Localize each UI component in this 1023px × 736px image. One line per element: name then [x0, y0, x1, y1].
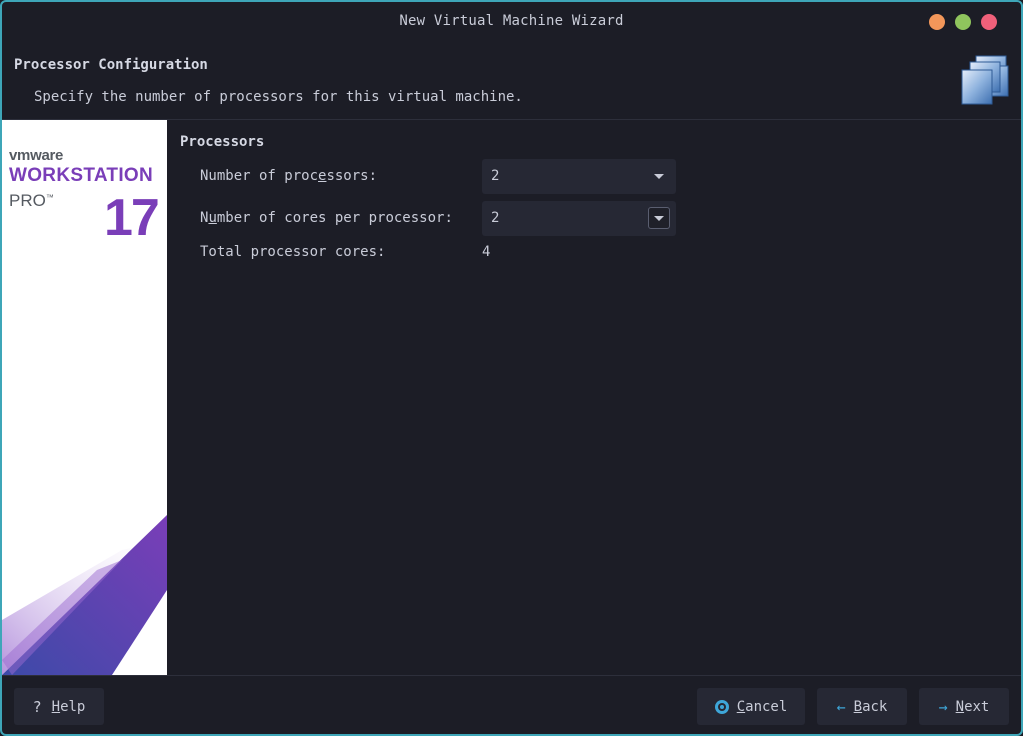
window-title: New Virtual Machine Wizard	[399, 13, 624, 29]
processors-icon	[961, 55, 1009, 105]
minimize-button[interactable]	[929, 14, 945, 30]
total-cores-value: 4	[482, 244, 491, 260]
title-bar[interactable]: New Virtual Machine Wizard	[2, 2, 1021, 46]
wizard-window: New Virtual Machine Wizard Processor Con…	[0, 0, 1023, 736]
page-subtitle: Specify the number of processors for thi…	[34, 89, 523, 105]
question-icon: ?	[32, 697, 42, 716]
section-title: Processors	[180, 134, 265, 150]
page-title: Processor Configuration	[14, 57, 208, 73]
cores-per-processor-label: Number of cores per processor:	[200, 210, 453, 226]
num-processors-select[interactable]: 2	[482, 159, 676, 194]
num-processors-label: Number of processors:	[200, 168, 378, 184]
next-button[interactable]: → Next	[919, 688, 1009, 725]
num-processors-value: 2	[491, 168, 500, 184]
brand-sidebar: vmware WORKSTATION PRO™ 17	[2, 120, 167, 675]
arrow-left-icon: ←	[836, 697, 846, 716]
dropdown-toggle[interactable]	[648, 207, 670, 229]
chevron-down-icon	[654, 216, 664, 221]
cores-per-processor-value: 2	[491, 210, 500, 226]
back-button[interactable]: ← Back	[817, 688, 907, 725]
product-version: 17	[104, 189, 160, 247]
wizard-footer: ? Help Cancel ← Back → Next	[2, 675, 1021, 734]
cancel-button[interactable]: Cancel	[697, 688, 805, 725]
product-name: WORKSTATION	[9, 165, 154, 186]
total-cores-label: Total processor cores:	[200, 244, 386, 260]
maximize-button[interactable]	[955, 14, 971, 30]
wizard-header: Processor Configuration Specify the numb…	[2, 46, 1021, 120]
back-label: Back	[853, 698, 888, 715]
chevron-down-icon	[654, 174, 664, 179]
cores-per-processor-select[interactable]: 2	[482, 201, 676, 236]
help-label: Help	[51, 698, 86, 715]
cancel-icon	[714, 699, 729, 714]
cancel-label: Cancel	[736, 698, 788, 715]
vendor-logo: vmware	[9, 147, 64, 164]
help-button[interactable]: ? Help	[14, 688, 104, 725]
arrow-right-icon: →	[938, 697, 948, 716]
product-edition: PRO™	[9, 191, 54, 210]
close-button[interactable]	[981, 14, 997, 30]
main-content: Processors Number of processors: 2 Numbe…	[167, 120, 1021, 675]
next-label: Next	[955, 698, 990, 715]
